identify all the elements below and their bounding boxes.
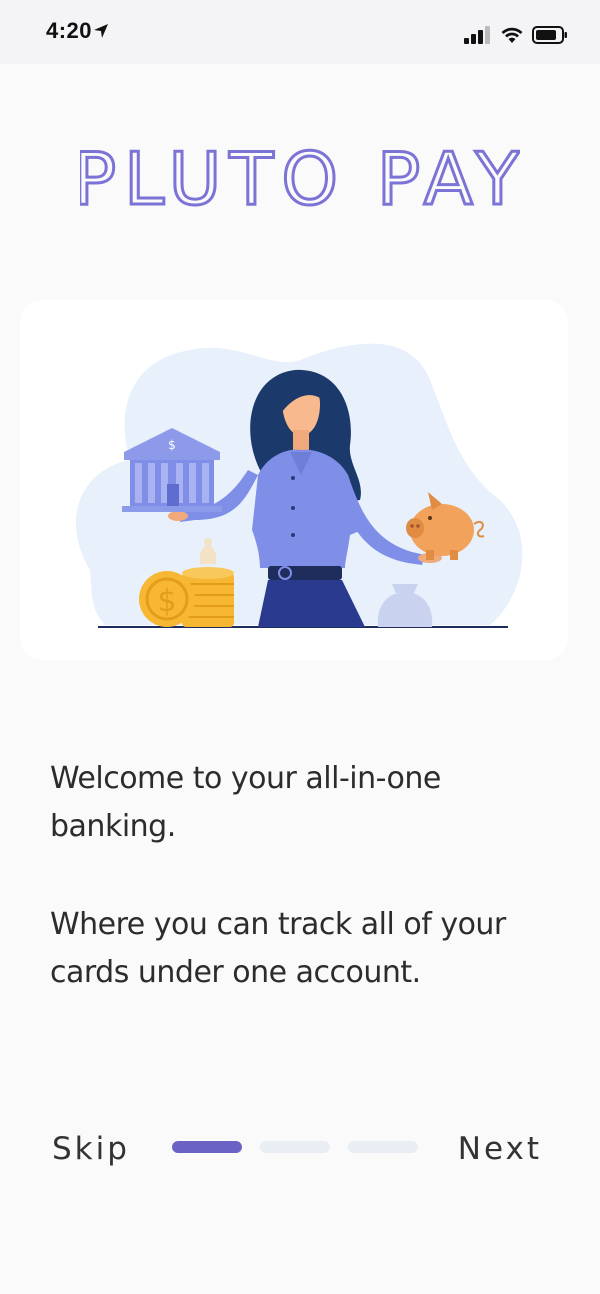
skip-button[interactable]: Skip: [52, 1126, 130, 1172]
status-time-text: 4:20: [46, 18, 93, 43]
hero-illustration: $ $: [75, 343, 523, 628]
next-button[interactable]: Next: [458, 1126, 542, 1172]
page-dot-3[interactable]: [348, 1141, 418, 1153]
onboarding-nav: Skip Next: [0, 1126, 600, 1172]
page-indicator: [172, 1141, 422, 1155]
status-bar: 4:20: [0, 0, 600, 64]
welcome-text: Welcome to your all-in-one banking. Wher…: [50, 755, 550, 997]
wifi-icon: [501, 27, 523, 43]
brand-title: PLUTO PAY: [0, 138, 600, 218]
coin-symbol: $: [157, 584, 176, 619]
welcome-line-1: Welcome to your all-in-one banking.: [50, 761, 441, 844]
page-dot-2[interactable]: [260, 1141, 330, 1153]
brand-logo-text: PLUTO PAY: [80, 138, 520, 218]
status-icons: [464, 22, 568, 48]
bank-symbol: $: [168, 438, 176, 452]
cellular-signal-icon: [464, 26, 490, 44]
woman-neck: [293, 430, 309, 452]
battery-icon: [532, 26, 567, 44]
page-dot-1[interactable]: [172, 1141, 242, 1153]
status-time: 4:20: [46, 18, 109, 44]
hero-illustration-card: $ $: [20, 300, 568, 660]
location-arrow-icon: [94, 24, 109, 38]
brand-title-text: PLUTO PAY: [80, 138, 520, 218]
dollar-coin-icon: $: [139, 571, 195, 627]
welcome-line-2: Where you can track all of your cards un…: [50, 907, 506, 990]
